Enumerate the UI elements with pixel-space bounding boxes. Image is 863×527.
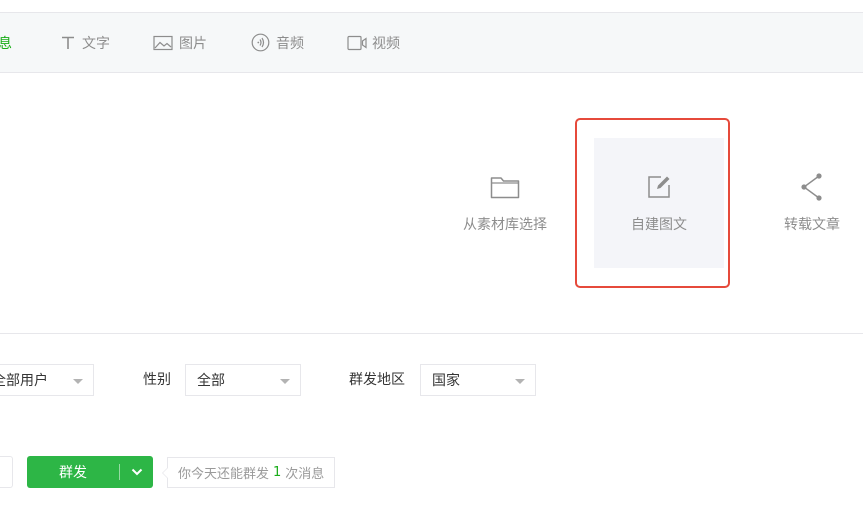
region-label: 群发地区 [349, 372, 405, 388]
tab-image-label: 图片 [179, 35, 207, 52]
tip-prefix: 你今天还能群发 [178, 467, 270, 482]
tip-suffix: 次消息 [285, 467, 325, 482]
highlight-box [575, 118, 730, 288]
gender-select[interactable]: 全部 [185, 364, 301, 396]
tab-video-label: 视频 [372, 35, 400, 52]
image-icon [153, 35, 173, 51]
section-divider [0, 333, 863, 334]
chevron-down-icon [131, 468, 142, 476]
chevron-down-icon [280, 379, 290, 384]
tab-video[interactable]: 视频 [347, 13, 400, 72]
preview-button[interactable] [0, 456, 13, 488]
tip-count: 1 [273, 465, 282, 480]
repost-article-option[interactable]: 转载文章 [737, 140, 863, 270]
gender-label: 性别 [143, 372, 171, 388]
user-group-value: 全部用户 [0, 373, 48, 389]
gender-value: 全部 [197, 373, 225, 389]
select-from-library-option[interactable]: 从素材库选择 [430, 140, 580, 270]
tab-text-label: 文字 [82, 35, 110, 52]
tab-text[interactable]: 文字 [60, 13, 110, 72]
video-icon [347, 35, 369, 51]
folder-icon [490, 172, 520, 202]
region-value: 国家 [432, 373, 460, 389]
message-type-tabbar: 息 文字 图片 音频 视频 [0, 12, 863, 73]
tab-message-label: 息 [0, 35, 12, 52]
send-quota-tip: 你今天还能群发 1 次消息 [161, 457, 336, 488]
tab-audio[interactable]: 音频 [251, 13, 304, 72]
audio-icon [251, 33, 270, 52]
share-label: 转载文章 [784, 217, 840, 233]
region-select[interactable]: 国家 [420, 364, 536, 396]
user-group-select[interactable]: 全部用户 [0, 364, 94, 396]
tab-image[interactable]: 图片 [153, 13, 207, 72]
chevron-down-icon [515, 379, 525, 384]
chevron-down-icon [73, 379, 83, 384]
send-options-dropdown[interactable] [120, 456, 153, 488]
tab-message[interactable]: 息 [0, 13, 12, 72]
tab-audio-label: 音频 [276, 35, 304, 52]
library-label: 从素材库选择 [463, 217, 547, 233]
share-icon [799, 172, 825, 202]
mass-send-button[interactable]: 群发 [27, 456, 153, 488]
text-icon [60, 35, 76, 51]
mass-send-label: 群发 [59, 465, 87, 481]
